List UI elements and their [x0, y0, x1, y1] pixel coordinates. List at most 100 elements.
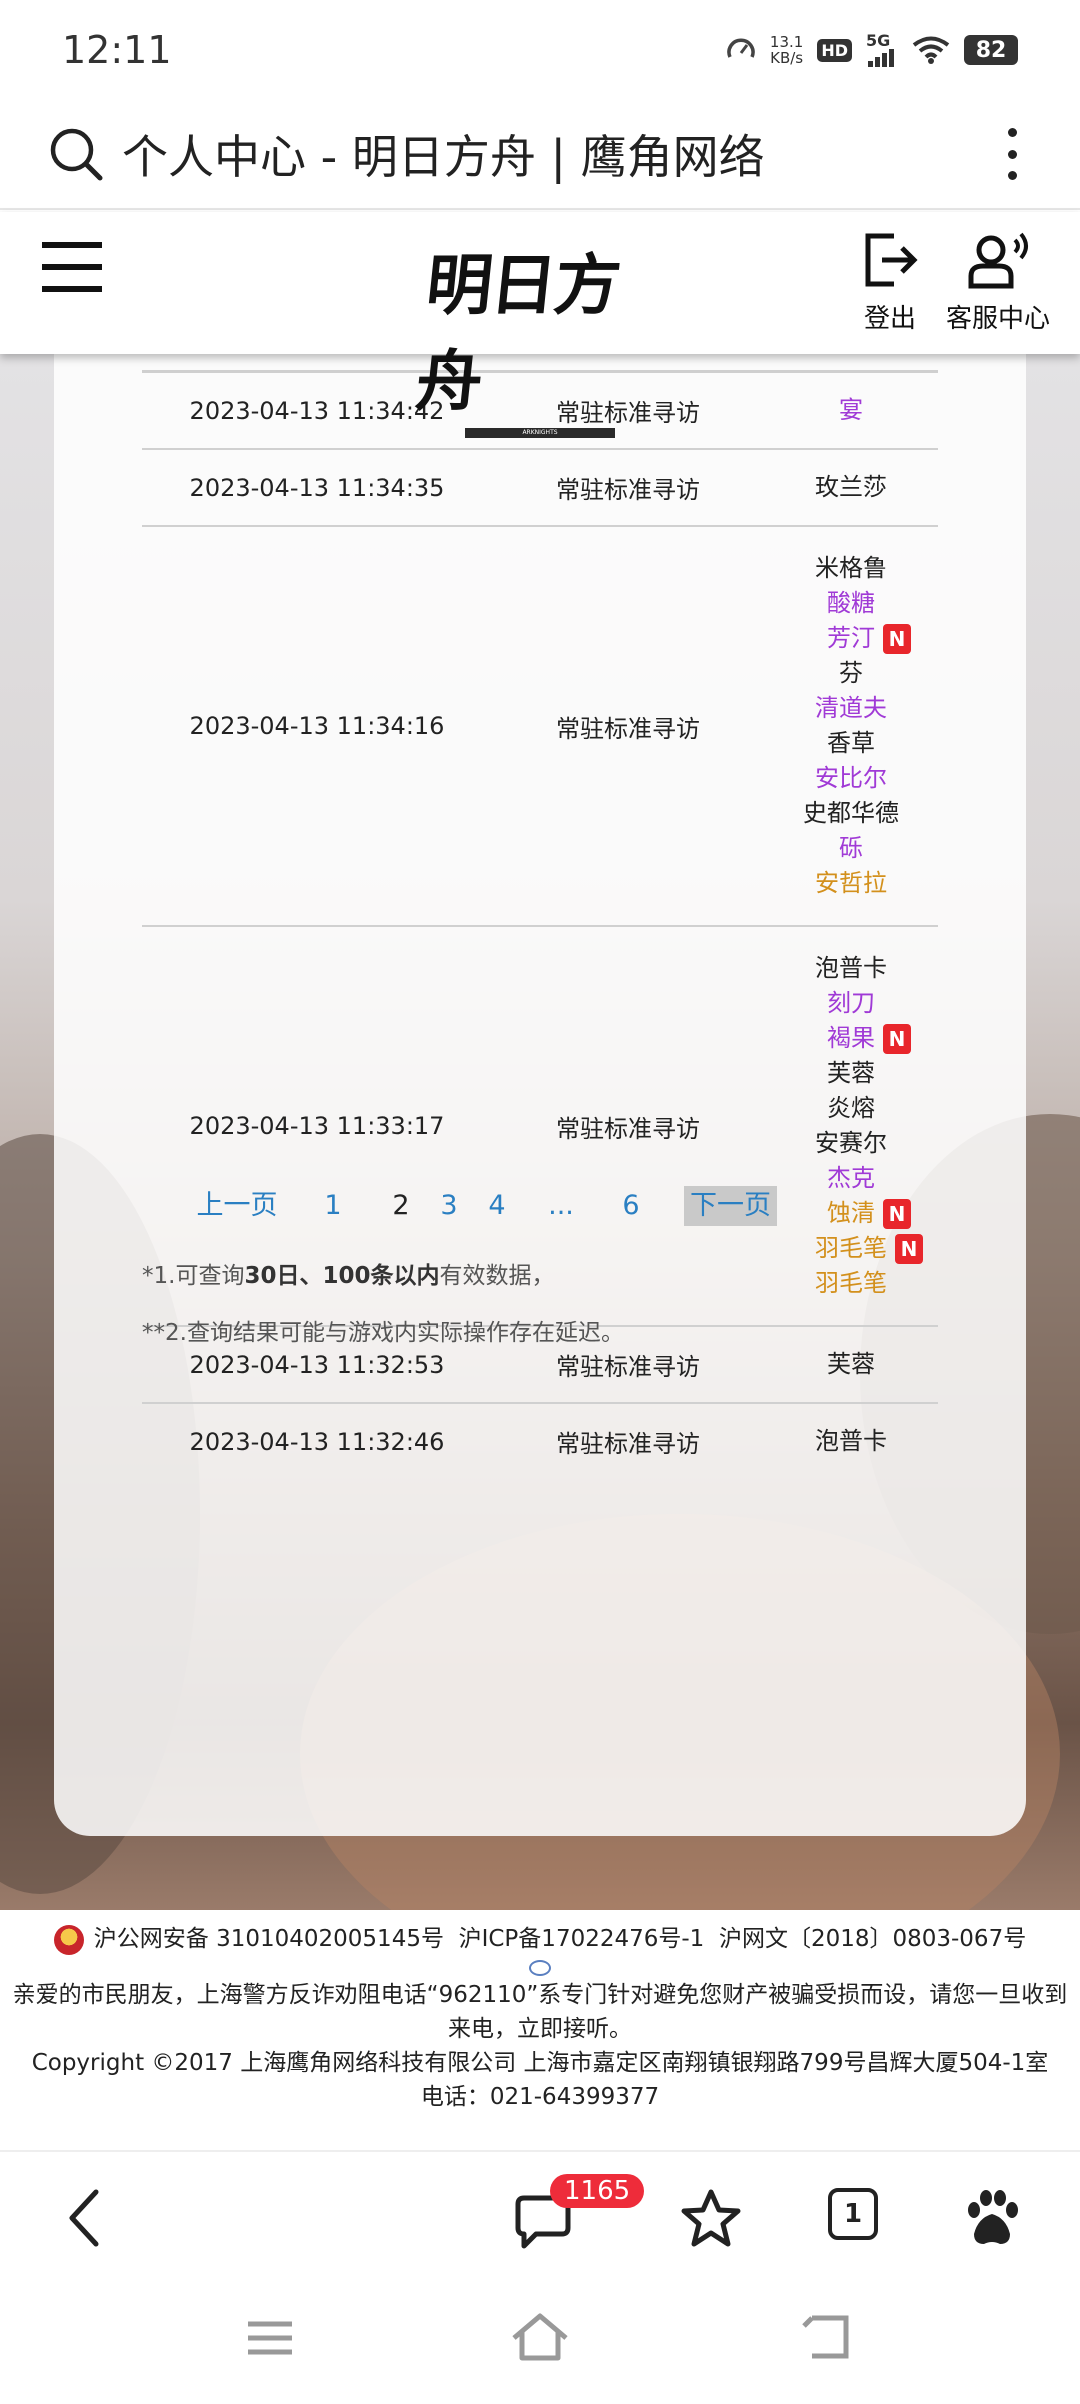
- operator-name: 米格鲁: [815, 551, 887, 586]
- network-type: 5G: [866, 31, 891, 50]
- operator-name-text: 炎熔: [827, 1094, 875, 1122]
- footer-phone: 电话：021-64399377: [420, 2084, 660, 2110]
- speedometer-icon: [727, 38, 755, 58]
- record-time: 2023-04-13 11:32:46: [189, 1427, 445, 1456]
- operator-name-text: 史都华德: [803, 799, 899, 827]
- operator-name-text: 米格鲁: [815, 554, 887, 582]
- new-operator-badge: N: [883, 1024, 911, 1054]
- record-pool: 常驻标准寻访: [556, 476, 700, 504]
- customer-service-icon: [968, 232, 1028, 289]
- operator-name-text: 酸糖: [827, 589, 875, 617]
- baidu-paw-icon[interactable]: [962, 2188, 1022, 2248]
- operator-name-text: 褐果: [827, 1024, 875, 1052]
- operator-name-text: 羽毛笔: [815, 1269, 887, 1297]
- back-icon[interactable]: [66, 2188, 106, 2248]
- record-pool: 常驻标准寻访: [556, 1114, 700, 1143]
- record-row: 2023-04-13 11:34:35 常驻标准寻访 玫兰莎: [142, 448, 938, 525]
- operator-name-text: 刻刀: [827, 989, 875, 1017]
- operator-name-text: 玫兰莎: [815, 473, 887, 501]
- page-link-1[interactable]: 1: [320, 1186, 346, 1226]
- hd-icon: HD: [817, 38, 852, 62]
- operator-name: 泡普卡: [815, 1424, 887, 1459]
- beian-link[interactable]: 沪公网安备 31010402005145号: [94, 1926, 444, 1952]
- star-icon[interactable]: [680, 2188, 742, 2248]
- operator-name-text: 安哲拉: [815, 869, 887, 897]
- operator-name: 刻刀: [827, 986, 875, 1021]
- operator-name: 蚀清 N: [827, 1196, 911, 1231]
- record-pool: 常驻标准寻访: [556, 1430, 700, 1458]
- operator-name: 芙蓉: [827, 1347, 875, 1382]
- customer-service-label: 客服中心: [946, 304, 1051, 334]
- page-link-3[interactable]: 3: [436, 1186, 462, 1226]
- status-bar: 12:11 13.1 KB/s HD 5G 82: [0, 0, 1080, 100]
- message-count-badge: 1165: [550, 2174, 645, 2208]
- net-speed-unit: KB/s: [770, 49, 804, 67]
- operator-name: 清道夫: [815, 691, 887, 726]
- arknights-logo[interactable]: 明日方舟 ARKNIGHTS: [412, 232, 658, 438]
- wenwang-link[interactable]: 沪网文〔2018〕0803-067号: [719, 1926, 1026, 1952]
- signal-icon: 5G: [866, 33, 898, 67]
- record-time: 2023-04-13 11:33:17: [189, 1112, 445, 1140]
- page-link-6[interactable]: 6: [618, 1186, 644, 1226]
- record-operators: 宴: [764, 373, 938, 448]
- record-pool: 常驻标准寻访: [556, 714, 700, 743]
- record-time: 2023-04-13 11:34:16: [189, 712, 445, 740]
- operator-name-text: 砾: [839, 834, 863, 862]
- operator-name-text: 芬: [839, 659, 863, 687]
- operator-name: 羽毛笔: [815, 1266, 887, 1301]
- recent-apps-icon[interactable]: [246, 2318, 294, 2358]
- home-icon[interactable]: [510, 2312, 570, 2362]
- operator-name: 泡普卡: [815, 951, 887, 986]
- note1-suffix: 有效数据，: [439, 1263, 555, 1289]
- logo-subtitle: ARKNIGHTS: [465, 428, 615, 438]
- more-menu-icon[interactable]: [992, 124, 1032, 184]
- prev-page-link[interactable]: 上一页: [196, 1186, 278, 1226]
- tab-count: 1: [843, 2199, 863, 2229]
- page-title[interactable]: 个人中心 - 明日方舟 | 鹰角网络: [122, 121, 992, 187]
- page-link-4[interactable]: 4: [484, 1186, 510, 1226]
- operator-name-text: 泡普卡: [815, 954, 887, 982]
- footer-registration: 沪公网安备 31010402005145号 沪ICP备17022476号-1 沪…: [0, 1922, 1080, 1956]
- note-query-limit: *1.可查询30日、100条以内有效数据，: [142, 1256, 554, 1290]
- operator-name: 安哲拉: [815, 866, 887, 901]
- operator-name: 酸糖: [827, 586, 875, 621]
- record-operators: 芙蓉: [764, 1327, 938, 1402]
- operator-name-text: 香草: [827, 729, 875, 757]
- operator-name-text: 芳汀: [827, 624, 875, 652]
- search-icon[interactable]: [48, 126, 104, 182]
- record-row: 2023-04-13 11:34:16 常驻标准寻访 米格鲁 酸糖 芳汀 N 芬清道夫 香草安…: [142, 525, 938, 925]
- operator-name: 史都华德: [803, 796, 899, 831]
- record-operators: 泡普卡: [764, 1404, 938, 1479]
- logout-icon: [865, 233, 918, 287]
- status-time: 12:11: [62, 28, 172, 72]
- operator-name: 杰克: [827, 1161, 875, 1196]
- record-row: 2023-04-13 11:32:46 常驻标准寻访 泡普卡: [142, 1402, 938, 1479]
- police-badge-icon: [53, 1924, 84, 1955]
- logout-button[interactable]: 登出: [860, 230, 920, 335]
- operator-name: 安比尔: [815, 761, 887, 796]
- operator-name: 砾: [839, 831, 863, 866]
- icp-link[interactable]: 沪ICP备17022476号-1: [459, 1926, 705, 1952]
- operator-name: 芬: [839, 656, 863, 691]
- browser-title-bar: 个人中心 - 明日方舟 | 鹰角网络: [0, 100, 1080, 210]
- logo-text: 明日方舟: [412, 246, 623, 420]
- note1-bold: 30日、100条以内: [244, 1263, 440, 1289]
- operator-name-text: 清道夫: [815, 694, 887, 722]
- site-footer: 沪公网安备 31010402005145号 沪ICP备17022476号-1 沪…: [0, 1910, 1080, 2150]
- next-page-link[interactable]: 下一页: [684, 1186, 777, 1226]
- system-back-icon[interactable]: [800, 2312, 850, 2362]
- note-delay: **2.查询结果可能与游戏内实际操作存在延迟。: [142, 1320, 624, 1346]
- system-nav-bar: [0, 2280, 1080, 2404]
- logout-label: 登出: [863, 304, 916, 334]
- operator-name: 安赛尔: [815, 1126, 887, 1161]
- operator-name-text: 泡普卡: [815, 1427, 887, 1455]
- tabs-button[interactable]: 1: [828, 2188, 878, 2240]
- hamburger-menu-icon[interactable]: [42, 242, 102, 292]
- customer-service-button[interactable]: 客服中心: [946, 230, 1050, 335]
- operator-name: 炎熔: [827, 1091, 875, 1126]
- new-operator-badge: N: [883, 1199, 911, 1229]
- operator-name: 褐果 N: [827, 1021, 911, 1056]
- page-link-2[interactable]: 2: [388, 1186, 414, 1226]
- operator-name-text: 杰克: [827, 1164, 875, 1192]
- status-icons: 13.1 KB/s HD 5G 82: [726, 33, 1018, 67]
